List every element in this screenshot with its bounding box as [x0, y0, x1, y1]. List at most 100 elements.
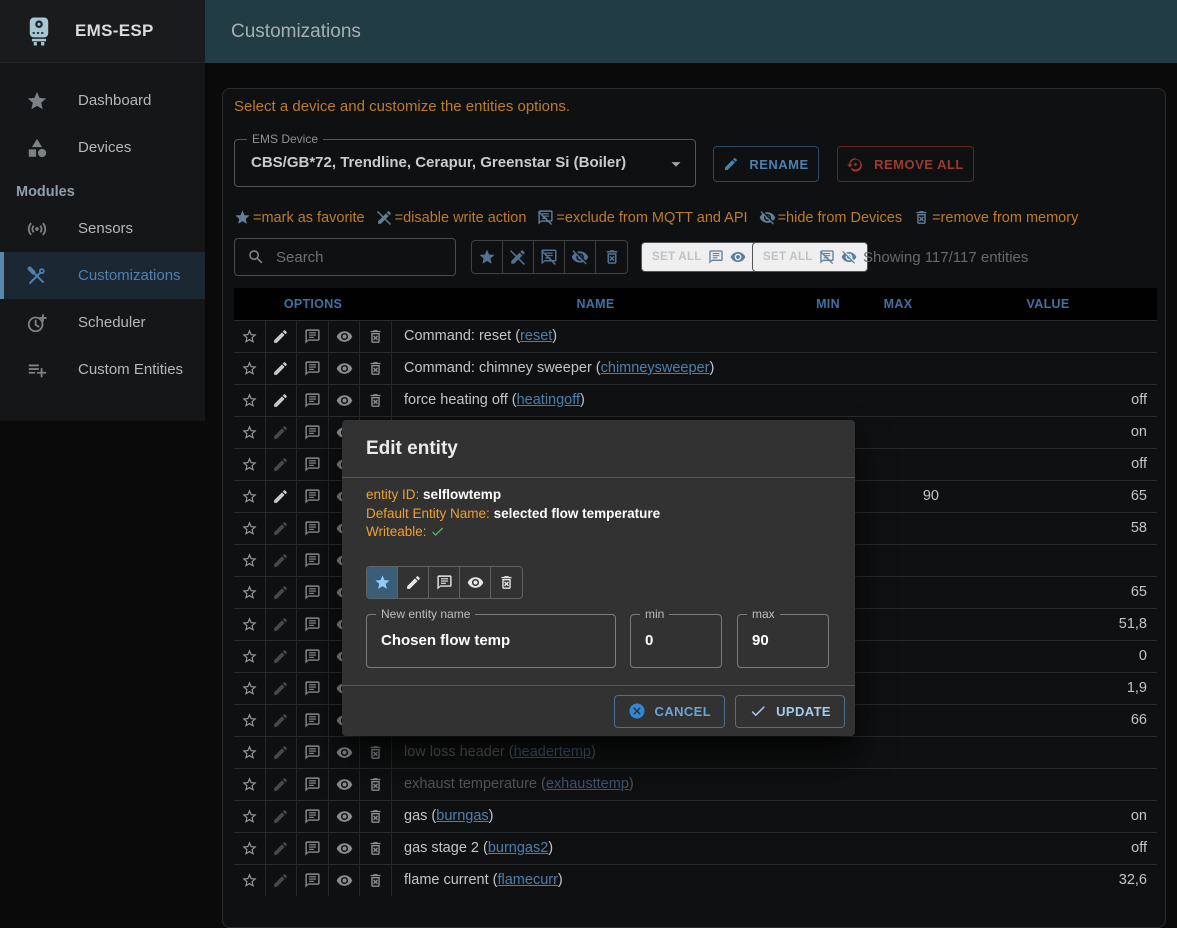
sidebar-item-sensors[interactable]: Sensors [0, 205, 205, 252]
write-toggle[interactable] [266, 353, 298, 384]
mqtt-exclude-toggle[interactable] [297, 481, 329, 512]
mqtt-exclude-toggle[interactable] [297, 545, 329, 576]
remove-toggle[interactable] [360, 865, 392, 896]
favorite-toggle[interactable] [234, 353, 266, 384]
write-toggle[interactable] [266, 865, 298, 896]
remove-toggle[interactable] [360, 833, 392, 864]
entity-shortname-link[interactable]: burngas2 [488, 840, 548, 856]
favorite-toggle[interactable] [234, 769, 266, 800]
remove-toggle[interactable] [360, 321, 392, 352]
new-entity-name-input[interactable] [367, 615, 615, 667]
hide-toggle[interactable] [329, 833, 361, 864]
sidebar-item-custom-entities[interactable]: Custom Entities [0, 346, 205, 393]
favorite-toggle[interactable] [234, 545, 266, 576]
sidebar-item-dashboard[interactable]: Dashboard [0, 77, 205, 124]
set-all-show-button[interactable]: SET ALL [641, 242, 757, 272]
mqtt-exclude-toggle[interactable] [297, 833, 329, 864]
entity-shortname-link[interactable]: exhausttemp [546, 776, 629, 792]
favorite-toggle[interactable] [234, 513, 266, 544]
mqtt-exclude-toggle[interactable] [297, 769, 329, 800]
remove-toggle[interactable] [360, 769, 392, 800]
remove-toggle[interactable] [491, 567, 522, 598]
write-toggle[interactable] [266, 577, 298, 608]
hide-toggle[interactable] [329, 321, 361, 352]
favorite-toggle[interactable] [234, 609, 266, 640]
entity-shortname-link[interactable]: reset [520, 328, 552, 344]
min-input[interactable] [631, 615, 721, 667]
entity-shortname-link[interactable]: headertemp [514, 744, 591, 760]
mqtt-exclude-toggle[interactable] [297, 801, 329, 832]
hidden-filter-button[interactable] [565, 241, 596, 273]
hide-toggle[interactable] [329, 865, 361, 896]
mqtt-exclude-toggle[interactable] [297, 417, 329, 448]
write-toggle[interactable] [266, 801, 298, 832]
mqtt-exclude-toggle[interactable] [297, 737, 329, 768]
favorite-toggle[interactable] [234, 481, 266, 512]
hide-toggle[interactable] [329, 353, 361, 384]
write-toggle[interactable] [266, 673, 298, 704]
entity-shortname-link[interactable]: heatingoff [517, 392, 580, 408]
write-toggle[interactable] [266, 545, 298, 576]
removed-filter-button[interactable] [596, 241, 627, 273]
write-toggle[interactable] [266, 321, 298, 352]
update-button[interactable]: UPDATE [735, 695, 845, 728]
write-disabled-filter-button[interactable] [503, 241, 534, 273]
cancel-button[interactable]: CANCEL [614, 695, 726, 728]
favorite-toggle[interactable] [234, 801, 266, 832]
write-toggle[interactable] [266, 641, 298, 672]
mqtt-exclude-toggle[interactable] [297, 673, 329, 704]
mqtt-exclude-toggle[interactable] [297, 865, 329, 896]
hide-toggle[interactable] [329, 769, 361, 800]
favorite-toggle[interactable] [234, 673, 266, 704]
mqtt-exclude-toggle[interactable] [297, 705, 329, 736]
entity-shortname-link[interactable]: burngas [436, 808, 488, 824]
favorite-toggle[interactable] [234, 737, 266, 768]
new-entity-name-field[interactable]: New entity name [366, 614, 616, 668]
mqtt-exclude-toggle[interactable] [297, 385, 329, 416]
write-toggle[interactable] [266, 609, 298, 640]
sidebar-item-scheduler[interactable]: Scheduler [0, 299, 205, 346]
write-toggle[interactable] [266, 705, 298, 736]
write-toggle[interactable] [266, 513, 298, 544]
remove-toggle[interactable] [360, 737, 392, 768]
search-box[interactable] [234, 238, 456, 276]
write-toggle[interactable] [266, 737, 298, 768]
write-toggle[interactable] [398, 567, 429, 598]
search-input[interactable] [276, 249, 436, 266]
hide-toggle[interactable] [329, 801, 361, 832]
mqtt-exclude-filter-button[interactable] [534, 241, 565, 273]
mqtt-exclude-toggle[interactable] [297, 353, 329, 384]
favorite-toggle[interactable] [234, 705, 266, 736]
favorite-filter-button[interactable] [472, 241, 503, 273]
favorite-toggle[interactable] [234, 833, 266, 864]
mqtt-exclude-toggle[interactable] [297, 577, 329, 608]
min-field[interactable]: min [630, 614, 722, 668]
favorite-toggle[interactable] [234, 865, 266, 896]
favorite-toggle[interactable] [234, 449, 266, 480]
mqtt-exclude-toggle[interactable] [297, 513, 329, 544]
sidebar-item-devices[interactable]: Devices [0, 124, 205, 171]
favorite-toggle[interactable] [234, 417, 266, 448]
max-field[interactable]: max [737, 614, 829, 668]
rename-button[interactable]: RENAME [713, 146, 819, 182]
write-toggle[interactable] [266, 449, 298, 480]
mqtt-exclude-toggle[interactable] [429, 567, 460, 598]
favorite-toggle[interactable] [234, 385, 266, 416]
write-toggle[interactable] [266, 417, 298, 448]
remove-all-button[interactable]: REMOVE ALL [837, 146, 974, 182]
write-toggle[interactable] [266, 385, 298, 416]
mqtt-exclude-toggle[interactable] [297, 609, 329, 640]
favorite-toggle[interactable] [234, 321, 266, 352]
hide-toggle[interactable] [329, 737, 361, 768]
sidebar-item-customizations[interactable]: Customizations [0, 252, 205, 299]
remove-toggle[interactable] [360, 353, 392, 384]
mqtt-exclude-toggle[interactable] [297, 641, 329, 672]
write-toggle[interactable] [266, 833, 298, 864]
mqtt-exclude-toggle[interactable] [297, 449, 329, 480]
favorite-toggle[interactable] [367, 567, 398, 598]
entity-shortname-link[interactable]: flamecurr [497, 872, 557, 888]
mqtt-exclude-toggle[interactable] [297, 321, 329, 352]
ems-device-select[interactable]: EMS Device CBS/GB*72, Trendline, Cerapur… [234, 139, 696, 187]
write-toggle[interactable] [266, 769, 298, 800]
chevron-down-icon[interactable] [665, 153, 687, 175]
